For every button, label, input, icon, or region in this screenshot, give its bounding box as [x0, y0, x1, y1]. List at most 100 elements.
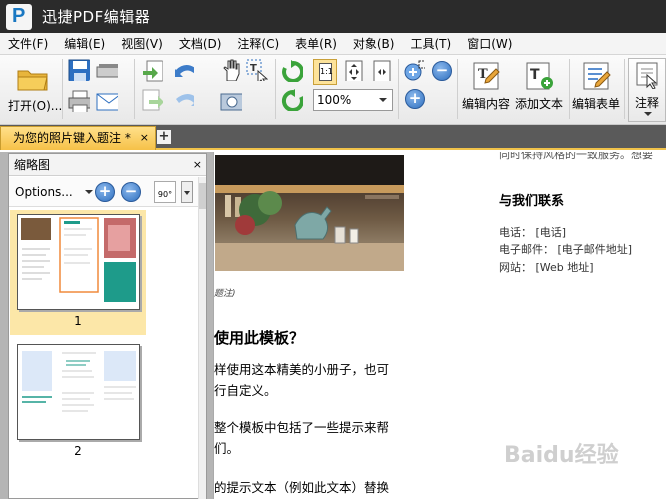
redo-icon[interactable]: [172, 89, 194, 111]
page-number: 2: [74, 444, 82, 458]
thumbnail-toolbar: Options... + − 90°: [9, 177, 206, 207]
print-icon[interactable]: [68, 90, 90, 112]
chevron-down-icon: [644, 112, 652, 116]
rotate-clockwise-icon[interactable]: [281, 60, 303, 82]
paragraph-line: 行自定义。: [214, 383, 277, 398]
watermark: Baidu经验: [504, 443, 619, 468]
toolbar-separator: [398, 59, 399, 119]
new-tab-button[interactable]: +: [157, 130, 171, 144]
hand-tool-icon[interactable]: [220, 59, 242, 81]
toolbar-separator: [457, 59, 458, 119]
menu-tools[interactable]: 工具(T): [402, 33, 459, 55]
menu-form[interactable]: 表单(R): [287, 33, 345, 55]
chevron-down-icon: [184, 191, 190, 195]
zoom-out-icon[interactable]: −: [432, 61, 452, 81]
fit-width-icon[interactable]: [371, 59, 393, 81]
rotate-page-label: 90°: [157, 190, 173, 199]
close-tab-icon[interactable]: ×: [140, 127, 149, 149]
title-bar: 迅捷PDF编辑器: [0, 0, 666, 33]
main-toolbar: 打开(O)... T 1:1 100% − + T 编辑内容 T 添加文本 编辑…: [0, 55, 666, 125]
page-preview: [17, 214, 140, 310]
annotate-icon: [636, 62, 658, 89]
close-panel-icon[interactable]: ×: [193, 154, 202, 176]
toolbar-separator: [624, 59, 625, 119]
scrollbar-thumb[interactable]: [199, 183, 206, 209]
window-title: 迅捷PDF编辑器: [42, 8, 151, 26]
menu-view[interactable]: 视图(V): [113, 33, 171, 55]
chevron-down-icon: [85, 190, 93, 194]
document-view[interactable]: 同时保持风格的一致服务。想要 题注) 使用此模板？ 样使用这本精美的小册子，也可…: [213, 152, 666, 499]
add-text-label: 添加文本: [515, 97, 564, 111]
save-icon[interactable]: [68, 59, 90, 81]
document-tab-strip: 为您的照片键入题注 * × +: [0, 125, 666, 150]
paragraph-line: 们。: [214, 441, 240, 456]
actual-size-icon: 1:1: [319, 63, 333, 81]
menu-comment[interactable]: 注释(C): [229, 33, 287, 55]
contact-email: 电子邮件： [电子邮件地址]: [499, 243, 633, 256]
open-button[interactable]: 打开(O)...: [4, 59, 62, 121]
page-number: 1: [74, 314, 82, 328]
select-text-icon[interactable]: T: [246, 59, 268, 81]
menu-bar: 文件(F) 编辑(E) 视图(V) 文档(D) 注释(C) 表单(R) 对象(B…: [0, 33, 666, 55]
cut-off-text: 同时保持风格的一致服务。想要: [499, 152, 653, 161]
menu-document[interactable]: 文档(D): [171, 33, 230, 55]
svg-text:T: T: [250, 63, 257, 74]
edit-form-icon: [583, 62, 611, 90]
add-text-button[interactable]: T 添加文本: [515, 59, 569, 121]
edit-content-label: 编辑内容: [462, 97, 511, 111]
document-tab[interactable]: 为您的照片键入题注 * ×: [0, 126, 156, 150]
toolbar-separator: [62, 59, 63, 119]
export-icon[interactable]: [141, 89, 163, 111]
app-logo-icon: [6, 3, 32, 30]
edit-content-button[interactable]: T 编辑内容: [460, 59, 514, 121]
page-1-preview-graphic: [21, 217, 136, 302]
zoom-select[interactable]: 100%: [313, 89, 393, 111]
menu-window[interactable]: 窗口(W): [459, 33, 520, 55]
edit-form-label: 编辑表单: [572, 97, 621, 111]
document-tab-title: 为您的照片键入题注 *: [13, 131, 131, 145]
photo-caption: 题注): [214, 289, 236, 299]
paragraph-line: 的提示文本（例如此文本）替换: [214, 480, 390, 495]
fit-page-icon[interactable]: [343, 59, 365, 81]
thumbnail-scrollbar[interactable]: [198, 177, 206, 499]
menu-file[interactable]: 文件(F): [0, 33, 56, 55]
document-photo: [215, 155, 404, 271]
email-icon[interactable]: [96, 90, 118, 112]
rotate-page-button[interactable]: 90°: [154, 181, 176, 203]
zoom-value: 100%: [317, 93, 352, 107]
menu-object[interactable]: 对象(B): [345, 33, 403, 55]
toolbar-separator: [275, 59, 276, 119]
paragraph-line: 整个模板中包括了一些提示来帮: [214, 420, 390, 435]
thumbnail-panel-title: 缩略图: [14, 158, 51, 172]
thumbnail-zoom-out-icon[interactable]: −: [121, 182, 141, 202]
cafe-photo-graphic: [215, 155, 404, 271]
chevron-down-icon: [379, 98, 387, 102]
thumbnail-page-2[interactable]: 2: [10, 340, 146, 465]
thumbnail-page-1[interactable]: 1: [10, 210, 146, 335]
undo-icon[interactable]: [172, 60, 194, 82]
contact-heading: 与我们联系: [499, 194, 565, 209]
section-heading: 使用此模板？: [214, 329, 305, 347]
open-label: 打开(O)...: [8, 99, 63, 113]
import-icon[interactable]: [141, 60, 163, 82]
thumbnail-panel-header: 缩略图 ×: [9, 154, 206, 176]
rotate-counterclockwise-icon[interactable]: [281, 89, 303, 111]
actual-size-button[interactable]: 1:1: [313, 59, 337, 85]
annotate-button[interactable]: 注释: [628, 58, 666, 122]
thumbnail-panel: 缩略图 × Options... + − 90° 1 2: [8, 153, 207, 499]
toolbar-separator: [134, 59, 135, 119]
zoom-area-icon[interactable]: [403, 60, 425, 82]
contact-phone: 电话： [电话]: [499, 226, 567, 239]
menu-edit[interactable]: 编辑(E): [56, 33, 113, 55]
add-text-icon: T: [526, 62, 553, 90]
edit-form-button[interactable]: 编辑表单: [570, 59, 624, 121]
rotate-dropdown[interactable]: [181, 181, 193, 203]
svg-text:T: T: [530, 67, 540, 83]
zoom-in-icon[interactable]: +: [405, 89, 425, 109]
options-dropdown[interactable]: Options...: [15, 185, 73, 199]
edit-content-icon: T: [473, 62, 500, 90]
scanner-icon[interactable]: [96, 61, 118, 83]
annotate-label: 注释: [635, 96, 660, 110]
thumbnail-zoom-in-icon[interactable]: +: [95, 182, 115, 202]
snapshot-icon[interactable]: [220, 90, 242, 112]
